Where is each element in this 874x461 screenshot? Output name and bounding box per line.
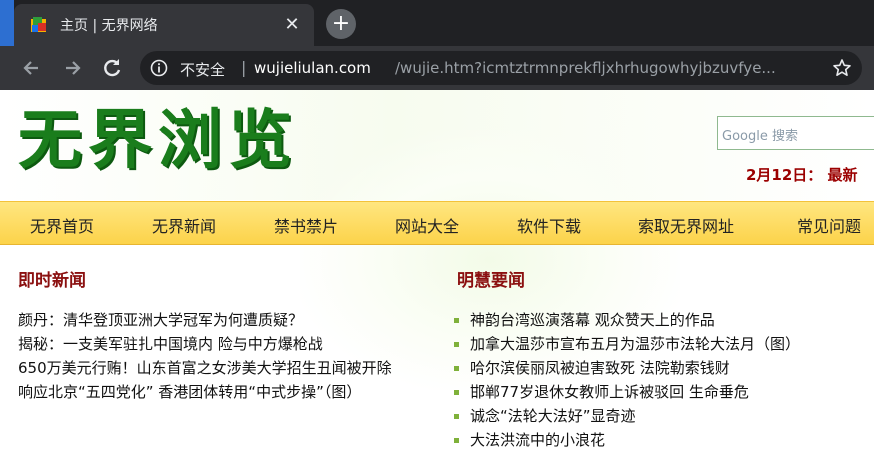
bullet-icon: [454, 438, 459, 443]
reload-icon[interactable]: [98, 54, 126, 82]
menu-item-sites[interactable]: 网站大全: [395, 213, 459, 237]
list-item-text[interactable]: 诚念“法轮大法好”显奇迹: [470, 407, 636, 425]
back-icon[interactable]: [18, 54, 46, 82]
forward-icon[interactable]: [58, 54, 86, 82]
bullet-icon: [454, 318, 459, 323]
url-separator: |: [241, 58, 247, 77]
list-item[interactable]: 邯郸77岁退休女教师上诉被驳回 生命垂危: [452, 380, 872, 404]
desktop-edge: [0, 0, 14, 46]
list-item[interactable]: 加拿大温莎市宣布五月为温莎市法轮大法月（图）: [452, 332, 872, 356]
list-item-text[interactable]: 加拿大温莎市宣布五月为温莎市法轮大法月（图）: [470, 335, 800, 353]
star-icon[interactable]: [832, 58, 852, 78]
list-item[interactable]: 大法洪流中的小浪花: [452, 428, 872, 452]
list-item[interactable]: 诚念“法轮大法好”显奇迹: [452, 404, 872, 428]
tab-strip: 主页 | 无界网络 ✕ +: [0, 0, 874, 46]
info-icon[interactable]: [150, 59, 168, 77]
list-item-text[interactable]: 邯郸77岁退休女教师上诉被驳回 生命垂危: [470, 383, 749, 401]
menu-item-faq[interactable]: 常见问题: [797, 213, 861, 237]
google-search-input[interactable]: Google 搜索: [717, 116, 874, 150]
main-menu: 无界首页 无界新闻 禁书禁片 网站大全 软件下载 索取无界网址 常见问题: [0, 201, 874, 245]
security-status[interactable]: 不安全: [180, 59, 225, 80]
bullet-icon: [454, 342, 459, 347]
list-item[interactable]: 神韵台湾巡演落幕 观众赞天上的作品: [452, 308, 872, 332]
list-item[interactable]: 哈尔滨侯丽凤被迫害致死 法院勒索钱财: [452, 356, 872, 380]
site-logo[interactable]: 无界浏览: [18, 106, 298, 176]
menu-item-books[interactable]: 禁书禁片: [274, 213, 338, 237]
close-tab-icon[interactable]: ✕: [280, 13, 304, 37]
list-item[interactable]: 揭秘：一支美军驻扎中国境内 险与中方爆枪战: [18, 332, 408, 356]
bullet-icon: [454, 414, 459, 419]
url-domain[interactable]: wujieliulan.com: [254, 59, 371, 77]
tab-title: 主页 | 无界网络: [60, 18, 158, 34]
new-tab-button[interactable]: +: [326, 9, 356, 39]
list-item-text[interactable]: 神韵台湾巡演落幕 观众赞天上的作品: [470, 311, 715, 329]
instant-news-title: 即时新闻: [18, 271, 86, 291]
bullet-icon: [454, 366, 459, 371]
search-placeholder: Google 搜索: [722, 129, 798, 144]
list-item[interactable]: 响应北京“五四党化” 香港团体转用“中式步操”（图）: [18, 380, 408, 404]
menu-item-request[interactable]: 索取无界网址: [638, 213, 734, 237]
date-headline[interactable]: 2月12日： 最新: [746, 164, 858, 185]
address-bar[interactable]: 不安全 | wujieliulan.com /wujie.htm?icmtztr…: [140, 51, 862, 85]
menu-item-news[interactable]: 无界新闻: [152, 213, 216, 237]
instant-news-list: 颜丹：清华登顶亚洲大学冠军为何遭质疑？ 揭秘：一支美军驻扎中国境内 险与中方爆枪…: [18, 308, 408, 404]
bullet-icon: [454, 390, 459, 395]
browser-tab[interactable]: 主页 | 无界网络 ✕: [14, 4, 314, 46]
minghui-news-list: 神韵台湾巡演落幕 观众赞天上的作品 加拿大温莎市宣布五月为温莎市法轮大法月（图）…: [452, 308, 872, 452]
menu-item-home[interactable]: 无界首页: [30, 213, 94, 237]
list-item-text[interactable]: 大法洪流中的小浪花: [470, 431, 605, 449]
list-item[interactable]: 颜丹：清华登顶亚洲大学冠军为何遭质疑？: [18, 308, 408, 332]
minghui-news-title: 明慧要闻: [457, 271, 525, 291]
menu-item-download[interactable]: 软件下载: [517, 213, 581, 237]
list-item[interactable]: 650万美元行贿！山东首富之女涉美大学招生丑闻被开除: [18, 356, 408, 380]
web-page: 无界浏览 Google 搜索 2月12日： 最新 无界首页 无界新闻 禁书禁片 …: [0, 90, 874, 461]
browser-toolbar: 不安全 | wujieliulan.com /wujie.htm?icmtztr…: [0, 46, 874, 90]
favicon-icon: [31, 17, 46, 32]
list-item-text[interactable]: 哈尔滨侯丽凤被迫害致死 法院勒索钱财: [470, 359, 730, 377]
url-path[interactable]: /wujie.htm?icmtztrmnprekfljxhrhugowhyjbz…: [395, 59, 795, 77]
